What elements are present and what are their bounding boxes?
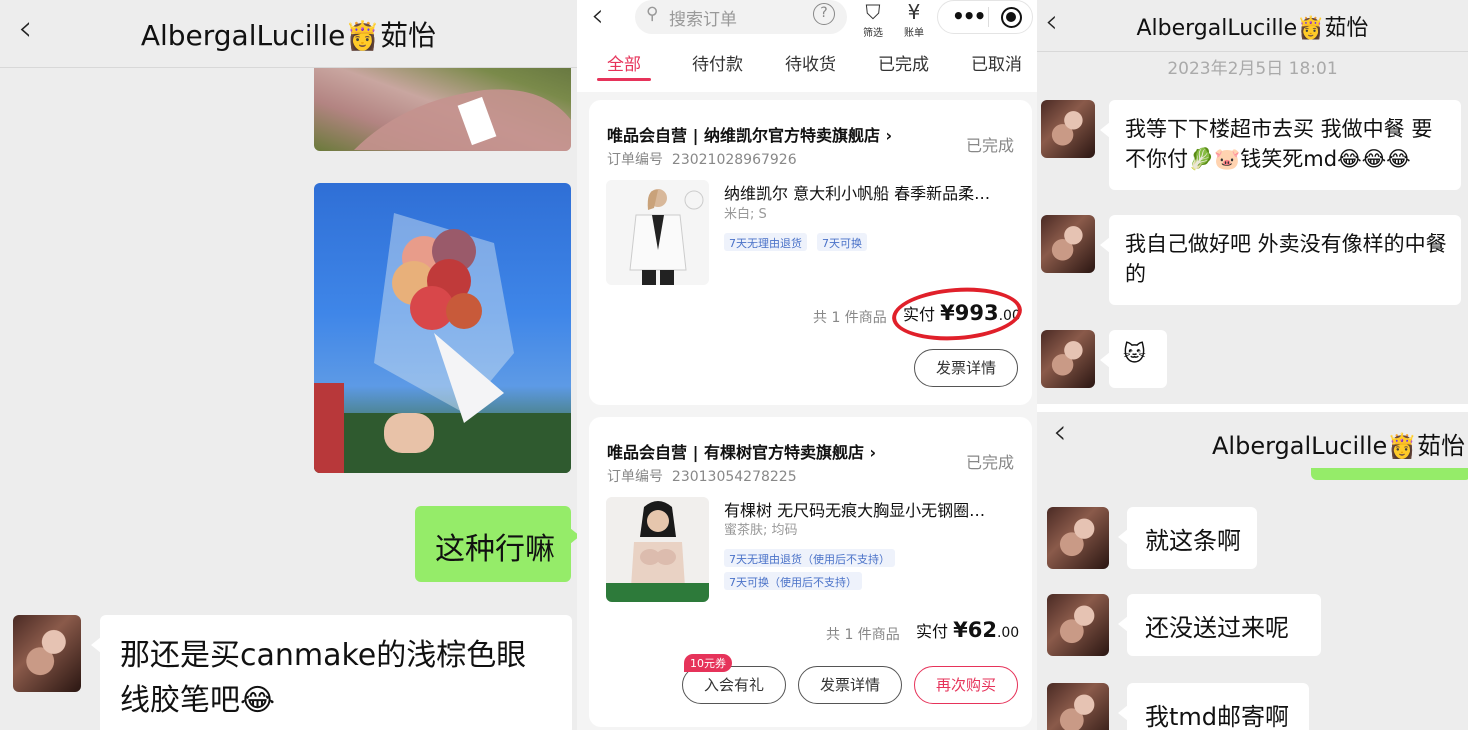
- right-chat-panel: ‹ AlbergalLucille👸茹怡 2023年2月5日 18:01 我等下…: [1037, 0, 1468, 730]
- buy-again-button[interactable]: 再次购买: [914, 666, 1018, 704]
- bill-label: 账单: [904, 28, 924, 39]
- message-text: 这种行嘛: [435, 532, 555, 567]
- filter-button[interactable]: ⛉ 筛选: [863, 0, 883, 39]
- order-number-value: 23021028967926: [671, 152, 797, 168]
- service-tag: 7天可换（使用后不支持）: [724, 572, 862, 590]
- order-number-label: 订单编号: [607, 469, 663, 485]
- chevron-left-icon[interactable]: ‹: [1053, 412, 1067, 452]
- avatar[interactable]: [1047, 594, 1109, 656]
- chat-image-bouquet[interactable]: [314, 183, 571, 473]
- coupon-badge: 10元券: [684, 654, 732, 672]
- more-dots-icon[interactable]: •••: [952, 4, 986, 28]
- received-message-bubble[interactable]: 我自己做好吧 外卖没有像样的中餐的: [1100, 215, 1461, 305]
- target-icon[interactable]: [1001, 7, 1022, 28]
- product-thumbnail[interactable]: [606, 180, 709, 285]
- message-text: 我tmd邮寄啊: [1145, 703, 1290, 730]
- paid-amount: 实付 ¥62.00: [916, 618, 1019, 642]
- received-message-bubble[interactable]: 还没送过来呢: [1118, 594, 1321, 656]
- service-tag: 7天可换: [817, 233, 867, 251]
- filter-label: 筛选: [863, 28, 883, 39]
- avatar[interactable]: [1047, 507, 1109, 569]
- avatar[interactable]: [1041, 100, 1095, 158]
- tab-pending-payment[interactable]: 待付款: [692, 50, 743, 75]
- order-number: 订单编号 23021028967926: [607, 149, 797, 169]
- invoice-details-button[interactable]: 发票详情: [798, 666, 902, 704]
- store-name[interactable]: 唯品会自营 | 有棵树官方特卖旗舰店 ›: [607, 439, 876, 463]
- service-tag: 7天无理由退货（使用后不支持）: [724, 549, 895, 567]
- search-icon: ⚲: [646, 4, 659, 24]
- chat-header: ‹ AlbergalLucille👸茹怡: [1037, 0, 1468, 52]
- received-message-bubble[interactable]: 我等下下楼超市去买 我做中餐 要不你付🥬🐷钱笑死md😂😂😂: [1100, 100, 1461, 190]
- order-card[interactable]: 唯品会自营 | 纳维凯尔官方特卖旗舰店 › 订单编号 2302102896792…: [589, 100, 1032, 405]
- tab-pending-receipt[interactable]: 待收货: [785, 50, 836, 75]
- tab-completed[interactable]: 已完成: [878, 50, 929, 75]
- jacket-illustration: [606, 180, 709, 285]
- search-input[interactable]: ⚲ 搜索订单 ?: [635, 0, 847, 34]
- active-tab-indicator: [597, 78, 651, 81]
- received-message-bubble[interactable]: 那还是买canmake的浅棕色眼线胶笔吧😂: [91, 615, 572, 730]
- store-name[interactable]: 唯品会自营 | 纳维凯尔官方特卖旗舰店 ›: [607, 122, 892, 146]
- product-name[interactable]: 有棵树 无尺码无痕大胸显小无钢圈…: [724, 497, 1014, 521]
- chat-title: AlbergalLucille👸茹怡: [1212, 432, 1466, 460]
- item-count: 共 1 件商品: [813, 310, 887, 326]
- bra-illustration: [606, 497, 709, 602]
- message-text: 就这条啊: [1145, 527, 1241, 555]
- product-spec: 米白; S: [724, 207, 767, 222]
- mini-program-capsule: •••: [937, 0, 1033, 34]
- message-text: 我等下下楼超市去买 我做中餐 要不你付🥬🐷钱笑死md😂😂😂: [1125, 117, 1433, 171]
- avatar[interactable]: [13, 615, 81, 692]
- message-text: 那还是买canmake的浅棕色眼线胶笔吧😂: [120, 638, 527, 718]
- capsule-divider: [988, 7, 989, 27]
- filter-icon: ⛉: [865, 0, 881, 24]
- order-number: 订单编号 23013054278225: [607, 466, 797, 486]
- product-name[interactable]: 纳维凯尔 意大利小帆船 春季新品柔…: [724, 180, 1014, 204]
- message-timestamp: 2023年2月5日 18:01: [1167, 59, 1338, 79]
- paid-cents: .00: [996, 625, 1020, 641]
- order-number-label: 订单编号: [607, 152, 663, 168]
- product-spec: 蜜茶肤; 均码: [724, 523, 798, 538]
- received-message-bubble[interactable]: 我tmd邮寄啊: [1118, 683, 1309, 730]
- product-thumbnail[interactable]: [606, 497, 709, 602]
- service-tag: 7天无理由退货: [724, 233, 807, 251]
- paid-value: ¥62: [953, 618, 997, 642]
- sent-message-bubble-partial[interactable]: [1311, 468, 1468, 480]
- avatar[interactable]: [1041, 215, 1095, 273]
- tab-cancelled[interactable]: 已取消: [971, 50, 1022, 75]
- bouquet-illustration: [314, 213, 571, 473]
- order-status: 已完成: [965, 453, 1014, 472]
- order-card[interactable]: 唯品会自营 | 有棵树官方特卖旗舰店 › 订单编号 23013054278225…: [589, 417, 1032, 727]
- chat-title: AlbergalLucille👸茹怡: [1136, 16, 1369, 41]
- question-circle-icon[interactable]: ?: [813, 3, 835, 25]
- message-text: 我自己做好吧 外卖没有像样的中餐的: [1125, 232, 1447, 286]
- avatar[interactable]: [1047, 683, 1109, 730]
- tab-all[interactable]: 全部: [607, 50, 641, 75]
- invoice-details-button[interactable]: 发票详情: [914, 349, 1018, 387]
- chat-title: AlbergalLucille👸茹怡: [140, 19, 437, 52]
- sent-message-bubble[interactable]: 这种行嘛: [415, 506, 577, 582]
- order-number-value: 23013054278225: [671, 469, 797, 485]
- chevron-left-icon[interactable]: ‹: [591, 0, 604, 34]
- message-text: 🐱: [1123, 342, 1146, 367]
- order-header: ‹ ⚲ 搜索订单 ? ⛉ 筛选 ¥ 账单 ••• 全部 待付款 待收货 已完成 …: [577, 0, 1037, 92]
- received-message-bubble[interactable]: 🐱: [1100, 330, 1167, 388]
- left-chat-panel: ‹ AlbergalLucille👸茹怡 这种行嘛 那还是买canmake的浅棕…: [0, 0, 577, 730]
- order-tabs: 全部 待付款 待收货 已完成 已取消: [577, 50, 1037, 86]
- message-text: 还没送过来呢: [1145, 614, 1289, 642]
- chat-header: ‹ AlbergalLucille👸茹怡: [0, 0, 577, 68]
- order-status: 已完成: [965, 136, 1014, 155]
- bill-icon: ¥: [907, 0, 921, 24]
- order-list-panel: ‹ ⚲ 搜索订单 ? ⛉ 筛选 ¥ 账单 ••• 全部 待付款 待收货 已完成 …: [577, 0, 1037, 730]
- search-placeholder: 搜索订单: [669, 10, 737, 30]
- item-count: 共 1 件商品: [826, 627, 900, 643]
- red-circle-annotation: [890, 283, 1024, 345]
- chat-header: ‹ AlbergalLucille👸茹怡: [1037, 412, 1468, 472]
- screenshot-divider: [1037, 404, 1468, 412]
- bill-button[interactable]: ¥ 账单: [904, 0, 924, 39]
- paid-label: 实付: [916, 622, 949, 641]
- avatar[interactable]: [1041, 330, 1095, 388]
- received-message-bubble[interactable]: 就这条啊: [1118, 507, 1257, 569]
